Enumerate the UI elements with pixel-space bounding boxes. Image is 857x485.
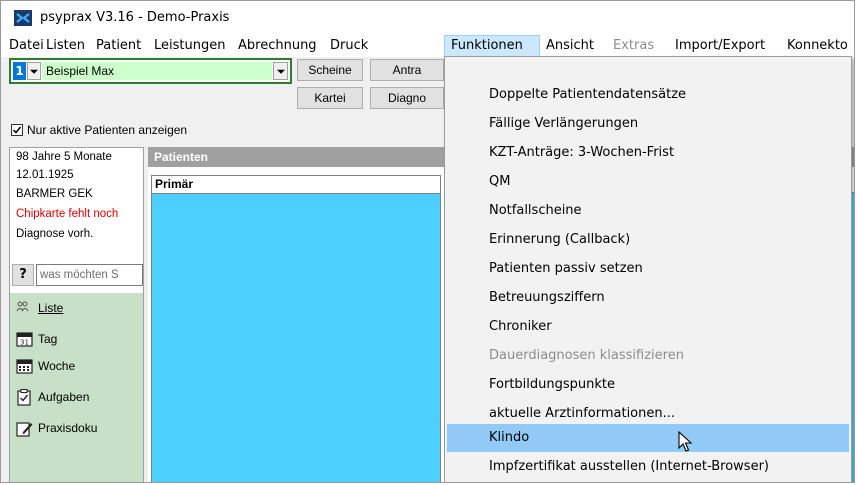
chevron-down-icon: [276, 69, 285, 74]
nav-label-praxisdoku: Praxisdoku: [38, 421, 98, 435]
calendar-week-icon: [16, 359, 33, 374]
patient-insurance: BARMER GEK: [16, 188, 93, 200]
menu-extras[interactable]: Extras: [613, 35, 654, 57]
patient-age: 98 Jahre 5 Monate: [16, 151, 112, 163]
menu-druck[interactable]: Druck: [330, 35, 368, 57]
patient-info-panel: 98 Jahre 5 Monate 12.01.1925 BARMER GEK …: [9, 147, 144, 482]
menu-item-impfzertifikat-ausstellen[interactable]: Impfzertifikat ausstellen (Internet-Brow…: [447, 453, 849, 481]
menu-item-chroniker[interactable]: Chroniker: [447, 313, 849, 341]
menu-item-erinnerung-callback[interactable]: Erinnerung (Callback): [447, 226, 849, 254]
patient-selector: 1 Beispiel Max: [9, 58, 292, 84]
menu-item-faellige-verlaengerungen[interactable]: Fällige Verlängerungen: [447, 110, 849, 138]
menu-ansicht[interactable]: Ansicht: [546, 35, 594, 57]
menu-item-notfallscheine[interactable]: Notfallscheine: [447, 197, 849, 225]
window-title: psyprax V3.16 - Demo-Praxis: [40, 10, 230, 25]
menu-patient[interactable]: Patient: [96, 35, 141, 57]
active-only-checkbox[interactable]: [11, 124, 23, 136]
checkmark-icon: [12, 126, 22, 134]
menu-item-doppelte-patientendatensaetze[interactable]: Doppelte Patientendatensätze: [447, 81, 849, 109]
calendar-day-icon: 31: [16, 332, 33, 347]
help-button[interactable]: ?: [12, 264, 34, 286]
kartei-button[interactable]: Kartei: [297, 87, 363, 109]
menu-item-klindo[interactable]: Klindo: [447, 424, 849, 452]
nav-label-aufgaben: Aufgaben: [38, 390, 90, 404]
chipcard-warning: Chipkarte fehlt noch: [16, 208, 119, 220]
patient-birthdate: 12.01.1925: [16, 169, 74, 181]
chevron-down-icon: [30, 69, 38, 74]
menu-item-qm[interactable]: QM: [447, 168, 849, 196]
patient-name-dropdown[interactable]: [273, 62, 288, 80]
people-icon: [16, 301, 29, 312]
tasks-icon: [17, 389, 31, 406]
menu-datei[interactable]: Datei: [9, 35, 44, 57]
search-row: ? was möchten S: [12, 264, 143, 288]
nav-label-tag: Tag: [38, 332, 58, 346]
nav-label-woche: Woche: [38, 359, 76, 373]
psyprax-logo-icon: [14, 10, 32, 26]
menu-abrechnung[interactable]: Abrechnung: [238, 35, 317, 57]
primary-column-header[interactable]: Primär: [152, 176, 440, 194]
nav-label-liste: Liste: [38, 301, 64, 315]
diagnose-button[interactable]: Diagno: [370, 87, 444, 109]
nav-panel: Liste 31 Tag Woche Aufgaben Praxisdoku: [10, 293, 143, 482]
menu-item-kzt-antraege[interactable]: KZT-Anträge: 3-Wochen-Frist: [447, 139, 849, 167]
antrag-button[interactable]: Antra: [370, 59, 444, 81]
scheine-button[interactable]: Scheine: [297, 59, 363, 81]
patient-number-dropdown[interactable]: [27, 62, 41, 80]
patient-number[interactable]: 1: [13, 62, 26, 80]
svg-text:31: 31: [20, 339, 29, 347]
title-bar: psyprax V3.16 - Demo-Praxis: [1, 1, 854, 35]
menu-item-fortbildungspunkte[interactable]: Fortbildungspunkte: [447, 371, 849, 399]
search-input[interactable]: was möchten S: [36, 264, 143, 286]
mouse-pointer-icon: [678, 431, 693, 452]
menu-item-patienten-passiv-setzen[interactable]: Patienten passiv setzen: [447, 255, 849, 283]
menu-leistungen[interactable]: Leistungen: [154, 35, 225, 57]
funktionen-dropdown-menu: Doppelte Patientendatensätze Fällige Ver…: [444, 56, 852, 482]
menu-bar: Datei Listen Patient Leistungen Abrechnu…: [1, 35, 854, 57]
document-edit-icon: [16, 422, 33, 437]
app-window: psyprax V3.16 - Demo-Praxis Datei Listen…: [0, 0, 855, 483]
menu-listen[interactable]: Listen: [46, 35, 85, 57]
menu-funktionen[interactable]: Funktionen: [444, 35, 540, 57]
patient-name-field[interactable]: Beispiel Max: [42, 62, 272, 80]
active-only-label: Nur aktive Patienten anzeigen: [27, 123, 188, 137]
menu-item-betreuungsziffern[interactable]: Betreuungsziffern: [447, 284, 849, 312]
menu-item-dauerdiagnosen-klassifizieren: Dauerdiagnosen klassifizieren: [489, 348, 684, 363]
menu-konnektor[interactable]: Konnekto: [787, 35, 848, 57]
diagnosis-status: Diagnose vorh.: [16, 228, 94, 240]
primary-list[interactable]: Primär: [151, 175, 441, 482]
menu-import-export[interactable]: Import/Export: [675, 35, 765, 57]
